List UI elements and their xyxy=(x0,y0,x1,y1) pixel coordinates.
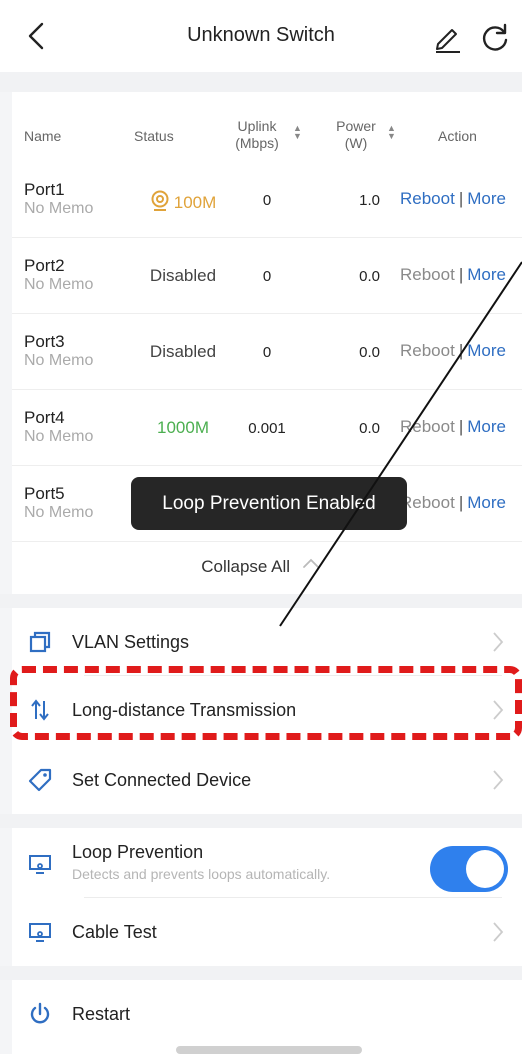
port-memo: No Memo xyxy=(24,276,94,293)
port-power: 1.0 xyxy=(359,192,380,209)
loop-prevention-label: Loop Prevention xyxy=(72,842,204,862)
section-gap xyxy=(0,72,522,92)
port-name: Port4 xyxy=(24,408,65,427)
power-unit: (W) xyxy=(344,135,368,151)
section-gap xyxy=(0,966,522,980)
chevron-right-icon xyxy=(493,770,504,790)
more-link[interactable]: More xyxy=(467,493,506,512)
port-power: 0.0 xyxy=(359,420,380,437)
port-uplink: 0 xyxy=(262,344,272,361)
restart-row[interactable]: Restart xyxy=(12,980,522,1054)
more-link[interactable]: More xyxy=(467,265,506,284)
vlan-settings-label: VLAN Settings xyxy=(72,632,190,652)
poe-camera-icon xyxy=(151,190,169,211)
column-header-action: Action xyxy=(438,128,477,144)
tag-icon xyxy=(28,768,52,792)
restart-label: Restart xyxy=(72,1004,131,1024)
reboot-link[interactable]: Reboot xyxy=(400,493,455,512)
port-uplink: 0 xyxy=(262,268,272,285)
action-separator: | xyxy=(458,417,464,436)
loop-prevention-row: Loop Prevention Detects and prevents loo… xyxy=(12,828,522,898)
cable-test-row[interactable]: Cable Test xyxy=(12,898,522,966)
more-link[interactable]: More xyxy=(467,417,506,436)
set-connected-device-label: Set Connected Device xyxy=(72,770,252,790)
loop-prevention-toggle[interactable] xyxy=(430,846,508,892)
toggle-knob xyxy=(466,850,504,888)
reboot-link[interactable]: Reboot xyxy=(400,265,455,284)
action-separator: | xyxy=(458,493,464,512)
column-header-status: Status xyxy=(134,128,174,144)
reboot-link[interactable]: Reboot xyxy=(400,417,455,436)
sort-power-icon[interactable]: ▲ ▼ xyxy=(387,124,396,141)
pencil-icon[interactable] xyxy=(430,20,464,54)
port-memo: No Memo xyxy=(24,504,94,521)
column-header-name: Name xyxy=(24,128,62,144)
port-actions: Reboot | More xyxy=(400,493,506,513)
port-power: 0.0 xyxy=(359,268,380,285)
port-actions: Reboot | More xyxy=(400,341,506,361)
port-actions: Reboot | More xyxy=(400,417,506,437)
toast-message: Loop Prevention Enabled xyxy=(131,477,407,530)
set-connected-device-row[interactable]: Set Connected Device xyxy=(12,746,522,814)
table-row: Port3 No Memo Disabled 0 0.0 Reboot | More xyxy=(12,314,522,390)
collapse-all-button[interactable]: Collapse All xyxy=(0,556,522,577)
refresh-icon[interactable] xyxy=(478,20,512,54)
uplink-label: Uplink xyxy=(237,118,277,134)
port-status: Disabled xyxy=(149,342,217,361)
port-status-label: 100M xyxy=(173,193,217,212)
monitor-icon xyxy=(29,923,51,942)
port-name: Port5 xyxy=(24,484,65,503)
port-name: Port3 xyxy=(24,332,65,351)
power-icon xyxy=(30,1002,50,1024)
annotation-highlight-box xyxy=(10,666,522,740)
port-actions: Reboot | More xyxy=(400,189,506,209)
table-row: Port1 No Memo 100M 0 1.0 Reboot | More xyxy=(12,162,522,238)
more-link[interactable]: More xyxy=(467,189,506,208)
port-memo: No Memo xyxy=(24,200,94,217)
action-separator: | xyxy=(458,265,464,284)
chevron-right-icon xyxy=(493,632,504,652)
collapse-all-label: Collapse All xyxy=(201,557,291,576)
uplink-unit: (Mbps) xyxy=(235,135,279,151)
port-uplink: 0 xyxy=(262,192,272,209)
port-uplink: 0.001 xyxy=(248,420,286,437)
column-header-uplink[interactable]: Uplink (Mbps) xyxy=(226,118,288,152)
port-power: 0.0 xyxy=(359,344,380,361)
vlan-icon xyxy=(29,631,51,653)
header-bar: Unknown Switch xyxy=(0,0,522,72)
cable-test-label: Cable Test xyxy=(72,922,157,942)
monitor-icon xyxy=(29,855,51,874)
action-separator: | xyxy=(458,341,464,360)
port-memo: No Memo xyxy=(24,428,94,445)
chevron-right-icon xyxy=(493,922,504,942)
section-gap xyxy=(0,814,522,828)
port-status: 1000M xyxy=(157,418,209,437)
port-name: Port1 xyxy=(24,180,65,199)
section-gap xyxy=(0,594,522,608)
reboot-link[interactable]: Reboot xyxy=(400,341,455,360)
port-status: Disabled xyxy=(149,266,217,285)
table-row: Port2 No Memo Disabled 0 0.0 Reboot | More xyxy=(12,238,522,314)
port-memo: No Memo xyxy=(24,352,94,369)
home-indicator xyxy=(176,1046,362,1054)
loop-prevention-description: Detects and prevents loops automatically… xyxy=(72,866,331,882)
port-actions: Reboot | More xyxy=(400,265,506,285)
sort-uplink-icon[interactable]: ▲ ▼ xyxy=(293,124,302,141)
port-name: Port2 xyxy=(24,256,65,275)
power-label: Power xyxy=(336,118,376,134)
column-header-power[interactable]: Power (W) xyxy=(328,118,384,152)
port-status: 100M xyxy=(120,190,246,213)
chevron-up-icon xyxy=(302,558,319,568)
table-row: Port4 No Memo 1000M 0.001 0.0 Reboot | Mor… xyxy=(12,390,522,466)
reboot-link[interactable]: Reboot xyxy=(400,189,455,208)
more-link[interactable]: More xyxy=(467,341,506,360)
action-separator: | xyxy=(458,189,464,208)
